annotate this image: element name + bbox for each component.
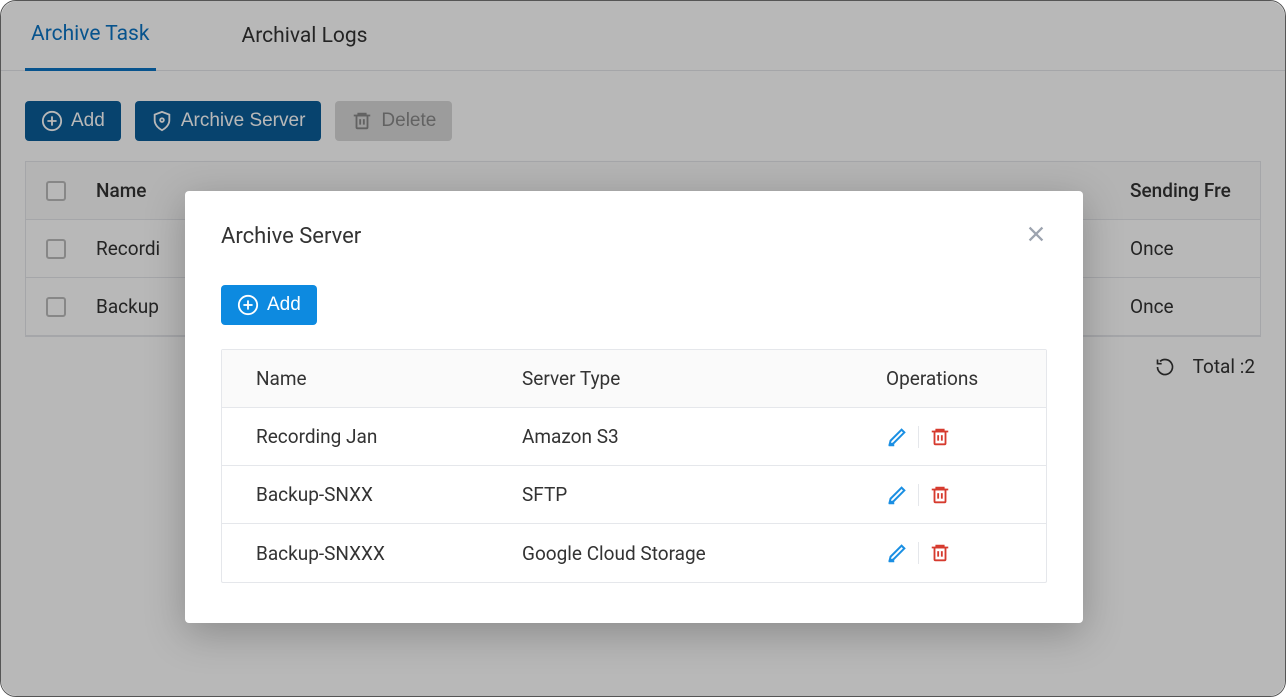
server-type: Google Cloud Storage [522, 542, 886, 565]
edit-button[interactable] [886, 542, 908, 564]
app-window: Archive Task Archival Logs Add Archive S… [0, 0, 1286, 697]
close-icon [1025, 223, 1047, 245]
table-row: Backup-SNXXX Google Cloud Storage [222, 524, 1046, 582]
trash-icon [929, 484, 951, 506]
server-name: Recording Jan [222, 425, 522, 448]
delete-row-button[interactable] [929, 426, 951, 448]
table-row: Backup-SNXX SFTP [222, 466, 1046, 524]
pencil-icon [886, 542, 908, 564]
archive-server-modal: Archive Server Add Name Server Type Oper… [185, 191, 1083, 623]
edit-button[interactable] [886, 484, 908, 506]
servers-table-header: Name Server Type Operations [222, 350, 1046, 408]
server-type: Amazon S3 [522, 425, 886, 448]
servers-table: Name Server Type Operations Recording Ja… [221, 349, 1047, 583]
edit-button[interactable] [886, 426, 908, 448]
separator [918, 484, 919, 506]
trash-icon [929, 426, 951, 448]
modal-add-label: Add [267, 294, 301, 316]
col-ops: Operations [886, 367, 1046, 390]
modal-title: Archive Server [221, 224, 361, 249]
server-type: SFTP [522, 483, 886, 506]
col-type: Server Type [522, 367, 886, 390]
server-name: Backup-SNXX [222, 483, 522, 506]
separator [918, 542, 919, 564]
table-row: Recording Jan Amazon S3 [222, 408, 1046, 466]
delete-row-button[interactable] [929, 542, 951, 564]
pencil-icon [886, 484, 908, 506]
col-name: Name [222, 367, 522, 390]
close-button[interactable] [1025, 223, 1047, 249]
delete-row-button[interactable] [929, 484, 951, 506]
server-name: Backup-SNXXX [222, 542, 522, 565]
pencil-icon [886, 426, 908, 448]
modal-add-button[interactable]: Add [221, 285, 317, 325]
trash-icon [929, 542, 951, 564]
separator [918, 426, 919, 448]
modal-header: Archive Server [221, 223, 1047, 249]
plus-circle-icon [237, 294, 259, 316]
